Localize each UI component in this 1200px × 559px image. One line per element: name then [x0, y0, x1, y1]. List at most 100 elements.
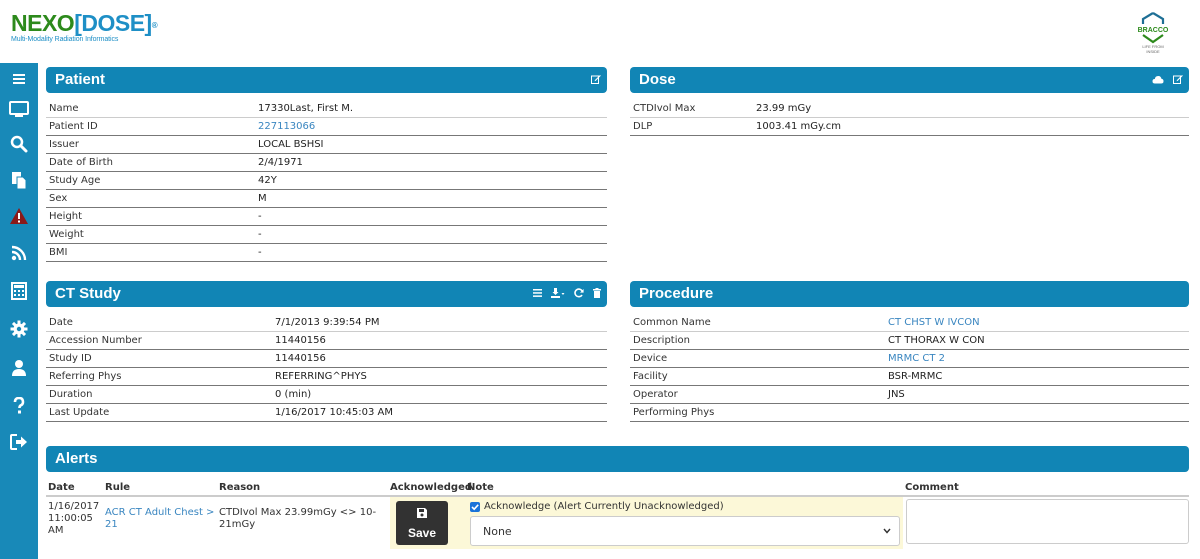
- sidebar-monitor[interactable]: [0, 95, 38, 123]
- dose-fields: CTDIvol Max 23.99 mGy DLP 1003.41 mGy.cm: [630, 100, 1189, 136]
- field-label: Facility: [633, 371, 668, 382]
- field-label: Height: [49, 211, 83, 222]
- sidebar: [0, 63, 38, 559]
- field-row: Device MRMC CT 2: [630, 350, 1189, 368]
- field-label: Accession Number: [49, 335, 142, 346]
- field-row: Date 7/1/2013 9:39:54 PM: [46, 314, 607, 332]
- ct-study-list-button[interactable]: [533, 289, 542, 297]
- patient-fields: Name 17330Last, First M. Patient ID 2271130…: [46, 100, 607, 262]
- calculator-icon: [11, 282, 27, 300]
- field-value: 11440156: [275, 335, 326, 346]
- copy-icon: [12, 171, 27, 189]
- alerts-column-headers: Date Rule Reason Acknowledged Note Comme…: [46, 479, 1189, 497]
- field-label: Weight: [49, 229, 84, 240]
- dose-cloud-button[interactable]: [1152, 75, 1164, 84]
- refresh-icon: [574, 288, 584, 298]
- field-label: BMI: [49, 247, 68, 258]
- alert-reason-line: CTDIvol Max 23.99mGy <> 10-: [219, 507, 377, 518]
- sidebar-menu[interactable]: [0, 65, 38, 93]
- sidebar-logout[interactable]: [0, 428, 38, 456]
- field-row: Duration 0 (min): [46, 386, 607, 404]
- field-row: Operator JNS: [630, 386, 1189, 404]
- field-label: Performing Phys: [633, 407, 715, 418]
- bracco-logo: BRACCO LIFE FROM INSIDE: [1136, 11, 1170, 54]
- alert-row: 1/16/2017 11:00:05 AM ACR CT Adult Chest…: [46, 497, 1189, 549]
- field-value-link[interactable]: CT CHST W IVCON: [888, 317, 980, 328]
- field-row: DLP 1003.41 mGy.cm: [630, 118, 1189, 136]
- acknowledge-checkbox[interactable]: [470, 502, 480, 512]
- ct-study-refresh-button[interactable]: [574, 288, 584, 298]
- field-label: Date of Birth: [49, 157, 113, 168]
- field-label: Sex: [49, 193, 68, 204]
- field-label: Duration: [49, 389, 93, 400]
- field-value-link[interactable]: MRMC CT 2: [888, 353, 945, 364]
- sidebar-help[interactable]: [0, 392, 38, 420]
- field-row: Facility BSR-MRMC: [630, 368, 1189, 386]
- save-button-label: Save: [407, 526, 437, 540]
- field-label: Description: [633, 335, 690, 346]
- field-row: CTDIvol Max 23.99 mGy: [630, 100, 1189, 118]
- field-value: LOCAL BSHSI: [258, 139, 324, 150]
- patient-edit-button[interactable]: [591, 74, 601, 84]
- app-header: NEXO[DOSE]® Multi-Modality Radiation Inf…: [0, 0, 1200, 60]
- alerts-title: Alerts: [55, 450, 98, 467]
- field-row: Name 17330Last, First M.: [46, 100, 607, 118]
- alert-rule-line: 21: [105, 519, 118, 530]
- field-row: Study Age 42Y: [46, 172, 607, 190]
- question-icon: [13, 397, 25, 414]
- download-icon: [551, 288, 565, 298]
- field-value: 1/16/2017 10:45:03 AM: [275, 407, 394, 418]
- alert-reason-line: 21mGy: [219, 519, 256, 530]
- save-button[interactable]: Save: [396, 501, 448, 545]
- acknowledge-label: Acknowledge (Alert Currently Unacknowled…: [484, 501, 724, 512]
- alerts-panel: Alerts: [46, 446, 1189, 472]
- field-label: Device: [633, 353, 668, 364]
- sidebar-user[interactable]: [0, 354, 38, 382]
- field-row: Weight -: [46, 226, 607, 244]
- bracco-wordmark: BRACCO: [1137, 27, 1169, 34]
- sidebar-copy[interactable]: [0, 166, 38, 194]
- field-row: Performing Phys: [630, 404, 1189, 422]
- hamburger-icon: [13, 74, 25, 84]
- sidebar-settings[interactable]: [0, 315, 38, 343]
- alert-ampm-line: AM: [48, 525, 64, 536]
- sign-out-icon: [10, 434, 27, 450]
- field-label: CTDIvol Max: [633, 103, 696, 114]
- field-label: Date: [49, 317, 73, 328]
- sidebar-calculator[interactable]: [0, 277, 38, 305]
- field-value: 23.99 mGy: [756, 103, 812, 114]
- sidebar-alerts[interactable]: [0, 202, 38, 230]
- ct-study-delete-button[interactable]: [593, 288, 601, 298]
- field-value: JNS: [888, 389, 905, 400]
- field-value: 1003.41 mGy.cm: [756, 121, 841, 132]
- field-value: -: [258, 229, 262, 240]
- alert-rule-link[interactable]: ACR CT Adult Chest > 21: [105, 507, 214, 531]
- col-rule: Rule: [105, 482, 131, 493]
- field-label: Operator: [633, 389, 678, 400]
- field-value: M: [258, 193, 267, 204]
- field-label: Issuer: [49, 139, 79, 150]
- col-acknowledged: Acknowledged: [390, 482, 473, 493]
- alert-date-line: 1/16/2017: [48, 501, 100, 512]
- comment-textarea[interactable]: [906, 499, 1189, 544]
- dose-header: Dose: [630, 67, 1189, 93]
- field-label: Patient ID: [49, 121, 98, 132]
- sidebar-search[interactable]: [0, 130, 38, 158]
- field-value-link[interactable]: 227113066: [258, 121, 315, 132]
- field-value: CT THORAX W CON: [888, 335, 985, 346]
- patient-panel: Patient Name 17330Last, First M. Patient I…: [46, 67, 607, 262]
- field-label: Study ID: [49, 353, 92, 364]
- ct-study-panel: CT Study Date 7/1/2013 9:39:54 PM Accessio…: [46, 281, 607, 422]
- field-label: Referring Phys: [49, 371, 122, 382]
- warning-icon: [10, 208, 28, 224]
- field-row: Issuer LOCAL BSHSI: [46, 136, 607, 154]
- ct-study-download-button[interactable]: [551, 288, 565, 298]
- dose-edit-button[interactable]: [1173, 74, 1183, 84]
- sidebar-feed[interactable]: [0, 239, 38, 267]
- logo-registered: ®: [151, 21, 158, 30]
- col-note: Note: [467, 482, 494, 493]
- col-comment: Comment: [905, 482, 959, 493]
- note-select[interactable]: None: [470, 516, 900, 546]
- field-row: Description CT THORAX W CON: [630, 332, 1189, 350]
- col-reason: Reason: [219, 482, 261, 493]
